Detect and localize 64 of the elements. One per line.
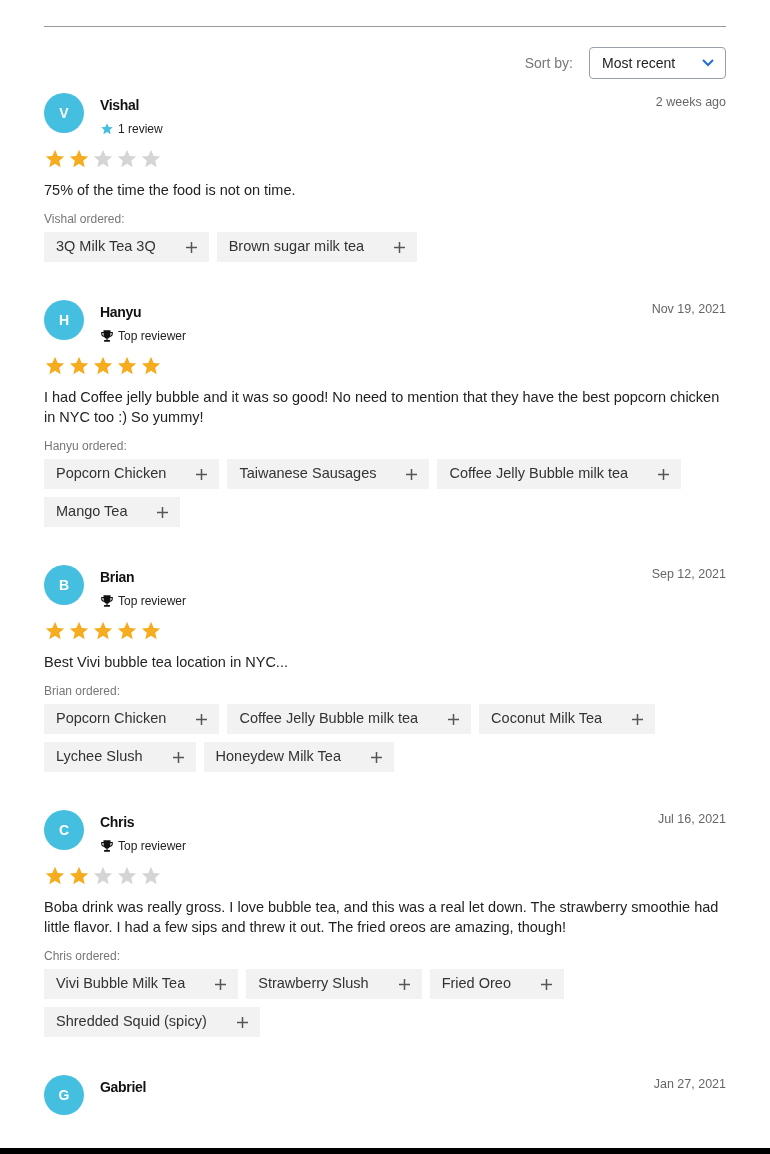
plus-icon	[185, 241, 197, 253]
plus-icon	[540, 978, 552, 990]
review-text: Best Vivi bubble tea location in NYC...	[44, 653, 289, 672]
reviewer-name: Vishal	[100, 96, 141, 115]
menu-item-chip[interactable]: Taiwanese Sausages	[227, 459, 430, 489]
menu-item-chip[interactable]: Mango Tea	[44, 497, 181, 527]
menu-item-chip[interactable]: Shredded Squid (spicy)	[44, 1007, 260, 1037]
menu-item-chip[interactable]: Popcorn Chicken	[44, 704, 220, 734]
ordered-label: Hanyu ordered:	[44, 438, 128, 455]
chevron-down-icon	[701, 58, 715, 68]
plus-icon	[658, 468, 670, 480]
ordered-label: Brian ordered:	[44, 683, 122, 700]
reviewer-name: Hanyu	[100, 303, 143, 322]
plus-icon	[172, 751, 184, 763]
review-date: 2 weeks ago	[655, 94, 726, 111]
avatar: V	[44, 93, 84, 133]
reviewer-status-label: 1 review	[118, 121, 163, 138]
menu-item-chip[interactable]: Vivi Bubble Milk Tea	[44, 969, 239, 999]
menu-item-chip[interactable]: Strawberry Slush	[246, 969, 422, 999]
menu-item-chip[interactable]: Fried Oreo	[429, 969, 564, 999]
menu-item-chip[interactable]: Brown sugar milk tea	[216, 232, 418, 262]
plus-icon	[215, 978, 227, 990]
menu-item-chip[interactable]: Honeydew Milk Tea	[203, 742, 394, 772]
trophy-icon	[100, 594, 114, 608]
menu-item-chip[interactable]: Lychee Slush	[44, 742, 196, 772]
avatar: H	[44, 300, 84, 340]
plus-icon	[632, 713, 644, 725]
avatar: B	[44, 565, 84, 605]
review-text: Boba drink was really gross. I love bubble tea, and this was a real let down. The strawberry smoothie had little flavor. I had a few sips and threw it out. The fried oreos are amazing, though!	[44, 898, 720, 937]
reviewer-status-label: Top reviewer	[118, 593, 187, 610]
plus-icon	[398, 978, 410, 990]
review-date: Jul 16, 2021	[657, 811, 726, 828]
reviewer-name: Gabriel	[100, 1078, 148, 1097]
ordered-label: Chris ordered:	[44, 948, 122, 965]
sort-label: Sort by:	[524, 53, 573, 73]
review-date: Sep 12, 2021	[651, 566, 726, 583]
sort-dropdown[interactable]: Most recent	[589, 47, 726, 79]
reviewer-name: Chris	[100, 813, 136, 832]
menu-item-chip[interactable]: Coconut Milk Tea	[479, 704, 656, 734]
menu-item-chip[interactable]: Coffee Jelly Bubble milk tea	[437, 459, 682, 489]
menu-item-chip[interactable]: Coffee Jelly Bubble milk tea	[227, 704, 472, 734]
plus-icon	[236, 1016, 248, 1028]
plus-icon	[196, 468, 208, 480]
menu-item-chip[interactable]: Popcorn Chicken	[44, 459, 220, 489]
reviewer-status-label: Top reviewer	[118, 328, 187, 345]
avatar: G	[44, 1075, 84, 1115]
review-date: Nov 19, 2021	[651, 301, 726, 318]
avatar: C	[44, 810, 84, 850]
menu-item-chip[interactable]: 3Q Milk Tea 3Q	[44, 232, 209, 262]
plus-icon	[406, 468, 418, 480]
review-text: I had Coffee jelly bubble and it was so good! No need to mention that they have the best popcorn chicken in NYC too :) So yummy!	[44, 388, 721, 427]
reviewer-name: Brian	[100, 568, 136, 587]
plus-icon	[157, 506, 169, 518]
trophy-icon	[100, 329, 114, 343]
star-icon	[100, 122, 114, 136]
plus-icon	[196, 713, 208, 725]
plus-icon	[448, 713, 460, 725]
review-date: Jan 27, 2021	[653, 1076, 726, 1093]
review-text: 75% of the time the food is not on time.	[44, 181, 297, 200]
ordered-label: Vishal ordered:	[44, 211, 126, 228]
plus-icon	[371, 751, 382, 763]
reviewer-status-label: Top reviewer	[118, 838, 187, 855]
plus-icon	[394, 241, 406, 253]
trophy-icon	[100, 839, 114, 853]
